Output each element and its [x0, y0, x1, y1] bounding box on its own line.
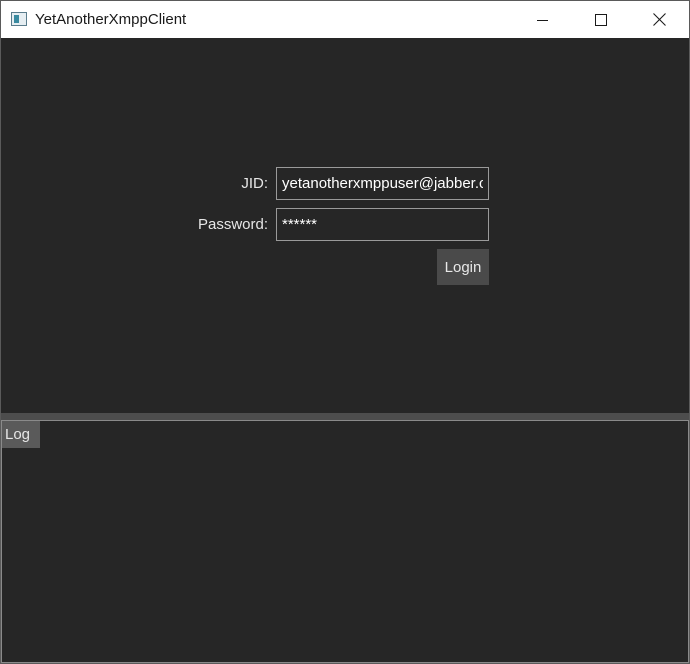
app-icon — [11, 12, 27, 26]
login-area: JID: Password: Login — [1, 38, 689, 413]
maximize-button[interactable] — [578, 1, 624, 38]
password-label: Password: — [197, 216, 268, 233]
close-button[interactable] — [636, 1, 682, 38]
log-tab[interactable]: Log — [2, 421, 40, 448]
log-panel: Log — [1, 420, 689, 663]
minimize-icon — [537, 19, 548, 21]
minimize-button[interactable] — [520, 1, 566, 38]
jid-label: JID: — [241, 175, 268, 192]
maximize-icon — [595, 13, 607, 26]
window-title: YetAnotherXmppClient — [35, 11, 187, 28]
log-output[interactable] — [2, 448, 688, 662]
app-window: YetAnotherXmppClient JID: Password: Logi… — [0, 0, 690, 664]
title-bar[interactable]: YetAnotherXmppClient — [1, 1, 689, 38]
password-input[interactable] — [276, 208, 489, 241]
jid-input[interactable] — [276, 167, 489, 200]
pane-splitter[interactable] — [1, 413, 689, 420]
close-icon — [652, 13, 666, 26]
login-button[interactable]: Login — [437, 249, 489, 285]
